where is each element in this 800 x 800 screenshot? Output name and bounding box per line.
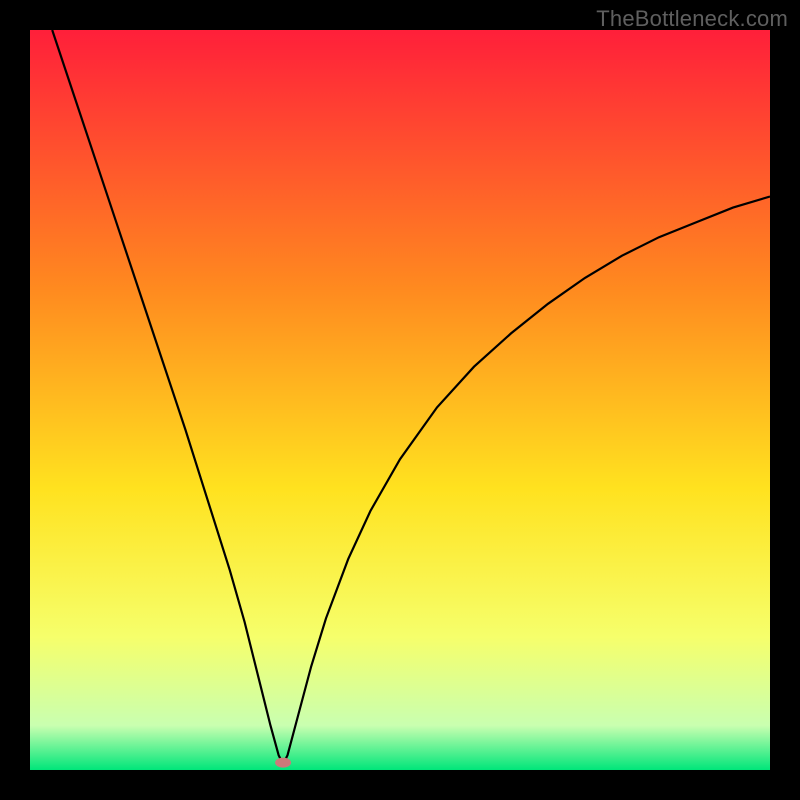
- chart-background: [30, 30, 770, 770]
- watermark-text: TheBottleneck.com: [596, 6, 788, 32]
- minimum-marker: [275, 758, 291, 768]
- bottleneck-chart: [30, 30, 770, 770]
- chart-frame: [30, 30, 770, 770]
